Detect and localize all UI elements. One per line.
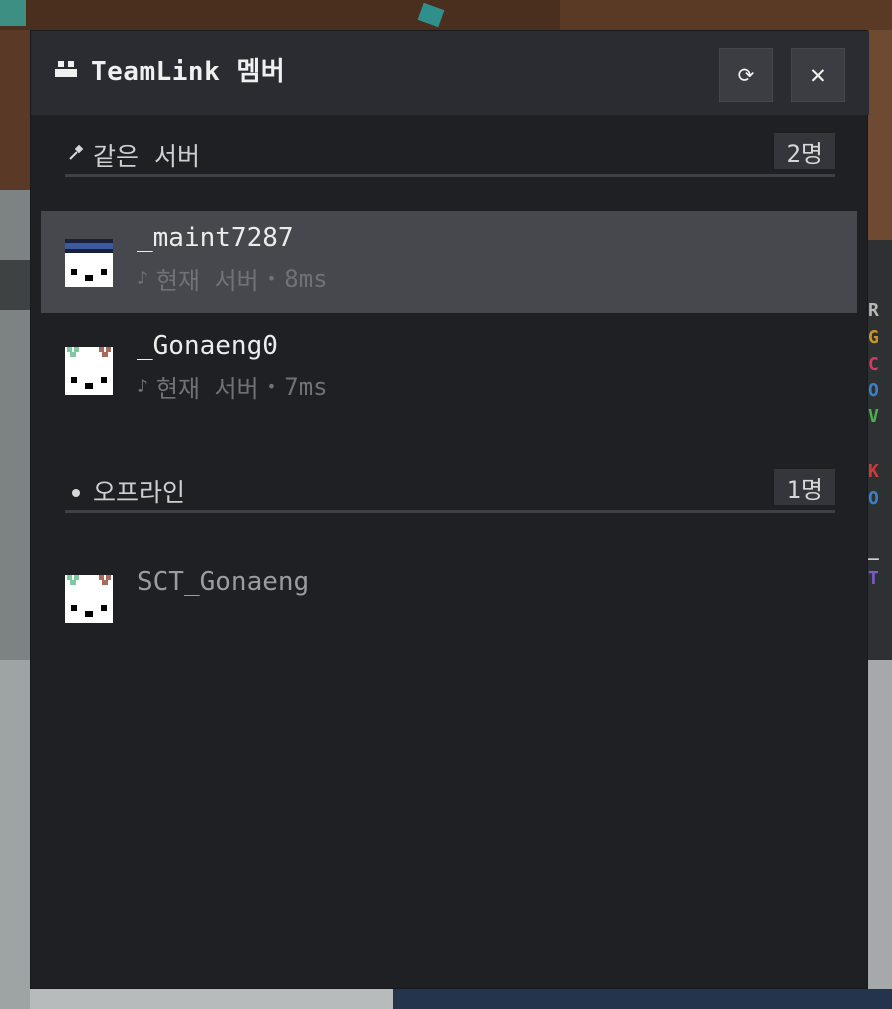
signal-icon: ♪	[137, 376, 148, 397]
member-status: ♪ 현재 서버 • 7ms	[137, 369, 328, 404]
status-text: 현재 서버	[155, 267, 259, 295]
bg-tablist-letter: O	[868, 380, 879, 401]
bg-tablist-letter: _	[868, 540, 879, 561]
count-badge: 1명	[774, 469, 835, 505]
member-name: _maint7287	[137, 223, 294, 253]
close-button[interactable]: ✕	[791, 48, 845, 102]
ping-value: 8ms	[284, 264, 328, 293]
bg-water-block	[393, 989, 892, 1009]
count-badge: 2명	[774, 133, 835, 169]
close-icon: ✕	[810, 60, 826, 90]
avatar	[65, 347, 113, 395]
status-text: 현재 서버	[155, 375, 259, 403]
panel-title-row: TeamLink 멤버	[53, 51, 285, 88]
page-title: TeamLink 멤버	[91, 57, 286, 87]
member-row[interactable]: _maint7287 ♪ 현재 서버 • 8ms	[41, 211, 857, 313]
signal-icon: ♪	[137, 268, 148, 289]
refresh-button[interactable]: ⟳	[719, 48, 773, 102]
section-label-row: 같은 서버	[65, 137, 200, 173]
section-title: 오프라인	[93, 478, 186, 507]
teamlink-panel: TeamLink 멤버 ⟳ ✕ 같은 서버 2명 _maint7287 ♪ 현재…	[30, 30, 869, 989]
bg-tablist-letter: O	[868, 488, 879, 509]
member-status: ♪ 현재 서버 • 8ms	[137, 261, 328, 296]
bg-wood-block	[0, 30, 30, 190]
bg-teal-block	[0, 0, 26, 26]
bg-snow-block	[0, 660, 30, 1009]
bg-tablist-letter: K	[868, 461, 879, 482]
section-title: 같은 서버	[93, 142, 201, 171]
avatar	[65, 575, 113, 623]
separator-dot: •	[266, 377, 277, 396]
bg-tablist-letter: V	[868, 406, 879, 427]
pin-icon	[65, 144, 87, 167]
bg-stone-block	[0, 260, 30, 310]
member-name: SCT_Gonaeng	[137, 567, 310, 597]
separator-dot: •	[266, 269, 277, 288]
bg-tablist-letter: C	[868, 354, 879, 375]
member-name: _Gonaeng0	[137, 331, 278, 361]
member-row[interactable]: _Gonaeng0 ♪ 현재 서버 • 7ms	[41, 319, 857, 421]
ping-value: 7ms	[284, 372, 328, 401]
bg-tablist-letter: G	[868, 327, 879, 348]
bg-tablist-letter: T	[868, 568, 879, 589]
people-icon	[53, 57, 79, 83]
dot-icon	[65, 481, 87, 502]
bg-wood-block	[868, 30, 892, 240]
bg-wood-block	[560, 0, 892, 30]
member-row[interactable]: SCT_Gonaeng	[41, 547, 857, 649]
bg-tablist-letter: R	[868, 300, 879, 321]
avatar	[65, 239, 113, 287]
bg-snow-block	[868, 660, 892, 1009]
panel-header: TeamLink 멤버 ⟳ ✕	[31, 31, 869, 115]
section-label-row: 오프라인	[65, 473, 185, 509]
section-header-offline: 오프라인 1명	[65, 469, 835, 513]
section-header-same-server: 같은 서버 2명	[65, 133, 835, 177]
refresh-icon: ⟳	[737, 63, 755, 87]
